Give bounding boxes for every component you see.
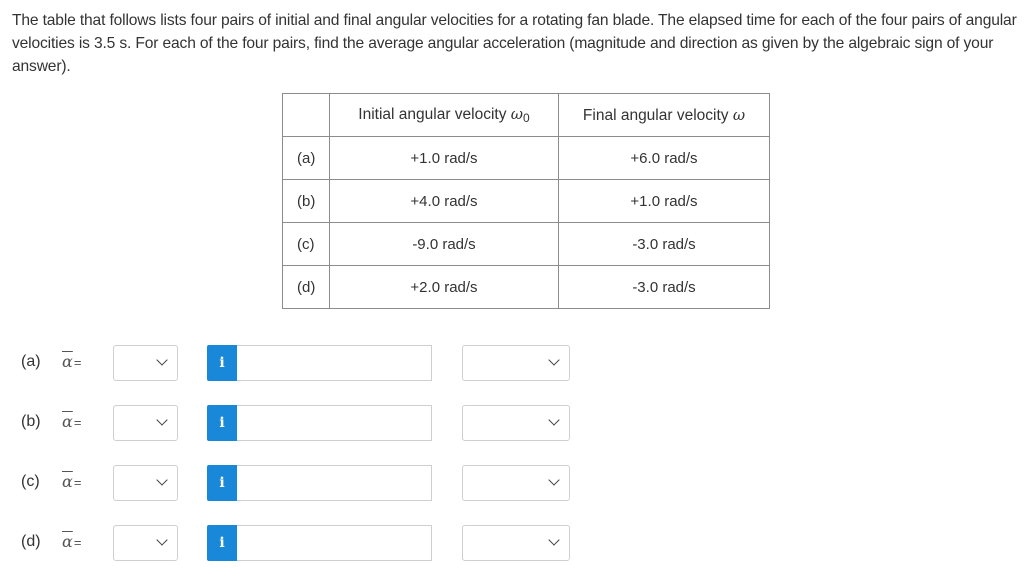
sign-dropdown[interactable] [113,405,178,441]
angular-velocity-table: Initial angular velocity ω0 Final angula… [282,93,770,309]
final-velocity-cell: +6.0 rad/s [558,136,770,180]
initial-velocity-cell: +1.0 rad/s [329,136,559,180]
initial-velocity-cell: +4.0 rad/s [329,179,559,223]
alpha-bar-symbol: α [62,472,73,491]
question-text: The table that follows lists four pairs … [12,12,1017,75]
header-initial-velocity: Initial angular velocity ω0 [329,93,559,137]
alpha-bar-label: α= [62,412,82,431]
table-row: (b) +4.0 rad/s +1.0 rad/s [282,179,770,223]
header-final-velocity: Final angular velocity ω [558,93,770,137]
alpha-bar-symbol: α [62,532,73,551]
unit-dropdown[interactable] [462,465,570,501]
chevron-down-icon [548,474,560,486]
part-label: (a) [21,353,41,370]
chevron-down-icon [548,414,560,426]
alpha-bar-label: α= [62,472,82,491]
omega-zero-symbol: ω0 [510,105,530,125]
alpha-bar-symbol: α [62,412,73,431]
chevron-down-icon [156,414,168,426]
answer-row-c: (c) α= i [0,465,1034,501]
part-label: (b) [21,413,41,430]
value-input[interactable] [237,345,432,381]
part-label: (d) [21,533,41,550]
answer-row-d: (d) α= i [0,525,1034,561]
answer-row-a: (a) α= i [0,345,1034,381]
chevron-down-icon [548,534,560,546]
table-header-row: Initial angular velocity ω0 Final angula… [282,93,770,137]
alpha-bar-label: α= [62,352,82,371]
unit-dropdown[interactable] [462,345,570,381]
info-icon[interactable]: i [207,465,237,501]
row-label: (a) [282,136,330,180]
initial-velocity-cell: -9.0 rad/s [329,222,559,266]
value-input[interactable] [237,405,432,441]
final-velocity-cell: -3.0 rad/s [558,222,770,266]
omega-symbol: ω [732,105,746,124]
info-icon[interactable]: i [207,525,237,561]
table-row: (d) +2.0 rad/s -3.0 rad/s [282,265,770,309]
sign-dropdown[interactable] [113,465,178,501]
sign-dropdown[interactable] [113,525,178,561]
chevron-down-icon [548,354,560,366]
value-input[interactable] [237,525,432,561]
alpha-bar-label: α= [62,532,82,551]
table-row: (c) -9.0 rad/s -3.0 rad/s [282,222,770,266]
initial-velocity-cell: +2.0 rad/s [329,265,559,309]
row-label: (b) [282,179,330,223]
sign-dropdown[interactable] [113,345,178,381]
header-initial-label: Initial angular velocity [358,106,511,123]
header-blank [282,93,330,137]
answer-row-b: (b) α= i [0,405,1034,441]
header-final-label: Final angular velocity [582,106,733,124]
part-label: (c) [21,473,40,490]
chevron-down-icon [156,534,168,546]
info-icon[interactable]: i [207,405,237,441]
unit-dropdown[interactable] [462,525,570,561]
alpha-bar-symbol: α [62,352,73,371]
final-velocity-cell: +1.0 rad/s [558,179,770,223]
row-label: (d) [282,265,330,309]
value-input[interactable] [237,465,432,501]
final-velocity-cell: -3.0 rad/s [558,265,770,309]
row-label: (c) [282,222,330,266]
info-icon[interactable]: i [207,345,237,381]
chevron-down-icon [156,354,168,366]
chevron-down-icon [156,474,168,486]
unit-dropdown[interactable] [462,405,570,441]
table-row: (a) +1.0 rad/s +6.0 rad/s [282,136,770,180]
